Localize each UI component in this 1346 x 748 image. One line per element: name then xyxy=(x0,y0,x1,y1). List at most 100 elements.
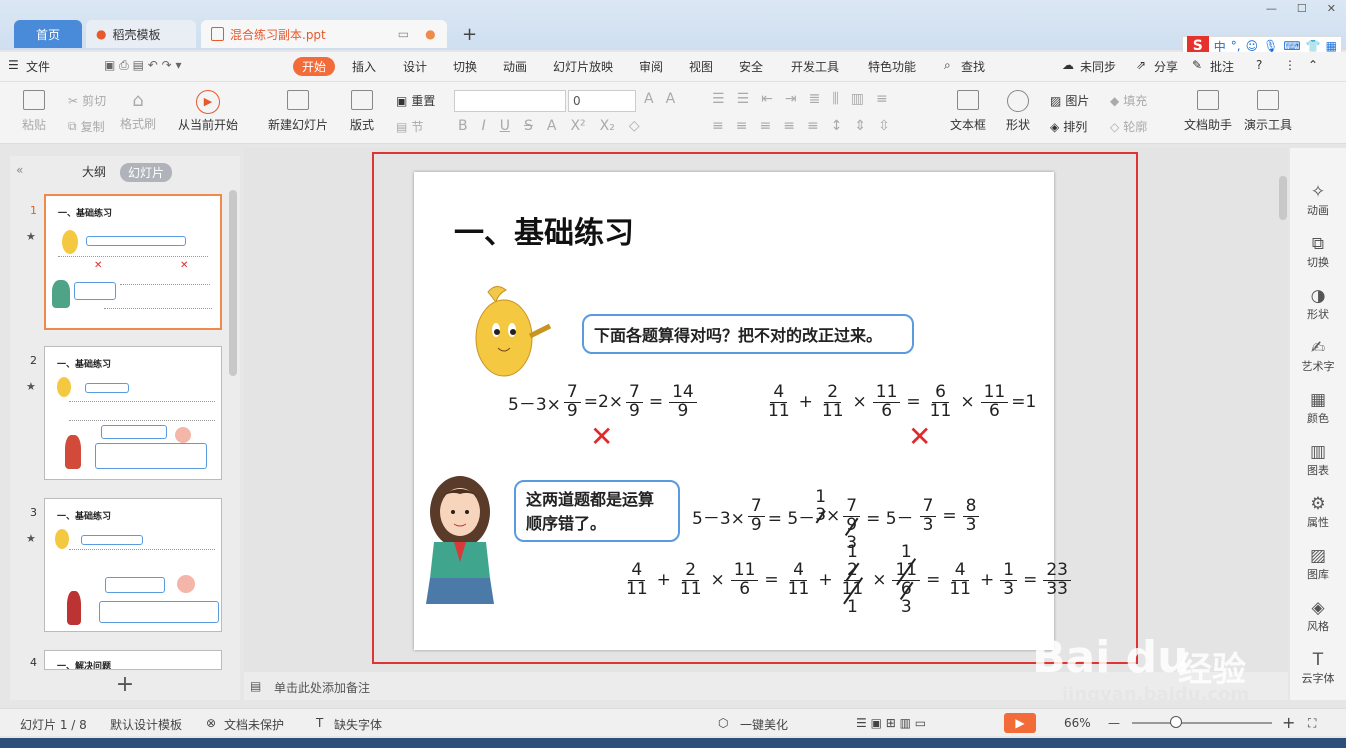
zoom-level[interactable]: 66% xyxy=(1064,716,1091,730)
share-button[interactable]: 分享 xyxy=(1154,58,1178,75)
menu-insert[interactable]: 插入 xyxy=(352,58,376,75)
format-painter-button[interactable]: ⌂ 格式刷 xyxy=(120,90,156,132)
menu-transition[interactable]: 切换 xyxy=(453,58,477,75)
zoom-in-button[interactable]: + xyxy=(1282,713,1295,732)
tool-animation[interactable]: ✧ 动画 xyxy=(1290,182,1346,218)
textbox-button[interactable]: 文本框 xyxy=(950,90,986,133)
from-current-button[interactable]: ▶ 从当前开始 xyxy=(178,90,238,133)
font-name-field[interactable] xyxy=(454,90,566,112)
paragraph-icons[interactable]: ☰ ☰ ⇤ ⇥ ≣ ⫼ ▥ ≡ xyxy=(712,91,888,107)
cloud-icon[interactable]: ☁ xyxy=(1062,58,1074,72)
view-icons[interactable]: ☰ ▣ ⊞ ▥ ▭ xyxy=(856,716,926,730)
skin-icon[interactable]: 👕 xyxy=(1306,39,1321,53)
more-icon[interactable]: ⋮ xyxy=(1284,58,1296,72)
presenter-tools-button[interactable]: 演示工具 xyxy=(1244,90,1292,133)
tab-document[interactable]: 混合练习副本.ppt ▭ ● xyxy=(201,20,447,48)
menu-developer[interactable]: 开发工具 xyxy=(791,58,839,75)
quick-access-icons[interactable]: ▣ ⎙ ▤ ↶ ↷ ▾ xyxy=(104,58,181,73)
tab-slides[interactable]: 幻灯片 xyxy=(120,163,173,182)
reset-label: 重置 xyxy=(411,94,436,108)
mic-icon[interactable]: 🎙 xyxy=(1263,39,1278,53)
font-style-icons[interactable]: B I U S A X² X₂ ◇ xyxy=(458,118,640,134)
font-size-field[interactable]: 0 xyxy=(568,90,636,112)
menu-search[interactable]: 查找 xyxy=(961,58,985,75)
align-icons[interactable]: ≡ ≡ ≡ ≡ ≡ ↕ ⇕ ⇳ xyxy=(712,118,890,134)
keyboard-icon[interactable]: ⌨ xyxy=(1283,39,1300,53)
outline-button[interactable]: ◇ 轮廓 xyxy=(1110,118,1147,135)
tab-home[interactable]: 首页 xyxy=(14,20,82,48)
paste-button[interactable]: 粘贴 xyxy=(22,90,46,133)
slide-thumbnail-2[interactable]: 一、基础练习 xyxy=(44,346,222,480)
shape-button[interactable]: 形状 xyxy=(1006,90,1030,133)
missing-font[interactable]: 缺失字体 xyxy=(334,716,382,733)
new-tab-button[interactable]: + xyxy=(462,24,477,45)
tool-chart[interactable]: ▥ 图表 xyxy=(1290,442,1346,478)
menu-special[interactable]: 特色功能 xyxy=(868,58,916,75)
tool-shape[interactable]: ◑ 形状 xyxy=(1290,286,1346,322)
reset-button[interactable]: ▣ 重置 xyxy=(396,92,435,109)
slide-thumbnail-4[interactable]: 一、解决问题 xyxy=(44,650,222,670)
menu-animation[interactable]: 动画 xyxy=(503,58,527,75)
tab-outline[interactable]: 大纲 xyxy=(82,163,106,180)
slide-panel: « 大纲 幻灯片 1 ★ 一、基础练习 ✕ ✕ 2 ★ 一、基础练习 3 ★ 一… xyxy=(10,156,240,700)
fit-window-icon[interactable]: ⛶ xyxy=(1308,716,1316,731)
menu-design[interactable]: 设计 xyxy=(403,58,427,75)
presenter-icon xyxy=(1257,90,1279,110)
zoom-out-button[interactable]: — xyxy=(1108,716,1120,730)
notes-placeholder: 单击此处添加备注 xyxy=(274,681,371,695)
tool-transition[interactable]: ⧉ 切换 xyxy=(1290,234,1346,270)
monitor-icon[interactable]: ▭ xyxy=(398,27,409,41)
beautify-button[interactable]: 一键美化 xyxy=(740,716,788,733)
panel-scrollbar[interactable] xyxy=(229,190,237,376)
new-slide-button[interactable]: 新建幻灯片 xyxy=(268,90,328,133)
collapse-panel-icon[interactable]: « xyxy=(16,163,23,177)
emoji-icon[interactable]: ☺ xyxy=(1246,39,1259,53)
help-icon[interactable]: ? xyxy=(1256,58,1262,72)
search-icon[interactable]: ⌕ xyxy=(944,58,951,73)
tools-icon[interactable]: ▦ xyxy=(1326,39,1337,53)
collapse-ribbon-icon[interactable]: ⌃ xyxy=(1308,58,1318,72)
zoom-slider[interactable] xyxy=(1132,722,1272,724)
tool-cloud-font[interactable]: T 云字体 xyxy=(1290,650,1346,686)
sync-status[interactable]: 未同步 xyxy=(1080,58,1116,75)
arrange-button[interactable]: ◈ 排列 xyxy=(1050,118,1087,135)
menu-file[interactable]: 文件 xyxy=(26,58,50,75)
menu-slideshow[interactable]: 幻灯片放映 xyxy=(553,58,613,75)
protect-status[interactable]: 文档未保护 xyxy=(224,716,284,733)
menu-review[interactable]: 审阅 xyxy=(639,58,663,75)
layout-button[interactable]: 版式 xyxy=(350,90,374,133)
tool-style[interactable]: ◈ 风格 xyxy=(1290,598,1346,634)
arrange-label: 排列 xyxy=(1063,120,1088,134)
copy-button[interactable]: ⧉ 复制 xyxy=(68,118,105,135)
menu-security[interactable]: 安全 xyxy=(739,58,763,75)
section-button[interactable]: ▤ 节 xyxy=(396,118,423,135)
punctuation-icon[interactable]: °, xyxy=(1231,39,1241,53)
tool-gallery[interactable]: ▨ 图库 xyxy=(1290,546,1346,582)
slide-thumbnail-1[interactable]: 一、基础练习 ✕ ✕ xyxy=(44,194,222,330)
add-slide-button[interactable]: + xyxy=(10,670,240,700)
minimize-icon[interactable]: — xyxy=(1266,2,1277,15)
canvas-scrollbar[interactable] xyxy=(1279,176,1287,220)
share-icon[interactable]: ⇗ xyxy=(1136,58,1146,72)
picture-button[interactable]: ▨ 图片 xyxy=(1050,92,1089,109)
slide-thumbnail-3[interactable]: 一、基础练习 xyxy=(44,498,222,632)
tool-properties[interactable]: ⚙ 属性 xyxy=(1290,494,1346,530)
hamburger-icon[interactable]: ☰ xyxy=(8,58,19,72)
cut-button[interactable]: ✂ 剪切 xyxy=(68,92,106,109)
font-grow-icons[interactable]: AA xyxy=(644,91,675,107)
design-template[interactable]: 默认设计模板 xyxy=(110,716,182,733)
menu-view[interactable]: 视图 xyxy=(689,58,713,75)
zoom-slider-handle[interactable] xyxy=(1170,716,1182,728)
tool-color[interactable]: ▦ 颜色 xyxy=(1290,390,1346,426)
menu-start[interactable]: 开始 xyxy=(293,57,336,76)
comment-icon[interactable]: ✎ xyxy=(1192,58,1202,72)
fill-button[interactable]: ◆ 填充 xyxy=(1110,92,1147,109)
play-slideshow-button[interactable]: ▶ xyxy=(1004,713,1036,733)
maximize-icon[interactable]: ☐ xyxy=(1297,2,1307,15)
tab-template[interactable]: ● 稻壳模板 xyxy=(86,20,196,48)
doc-helper-button[interactable]: 文档助手 xyxy=(1184,90,1232,133)
window-controls: — ☐ ✕ xyxy=(1266,2,1336,15)
close-icon[interactable]: ✕ xyxy=(1327,2,1336,15)
comment-button[interactable]: 批注 xyxy=(1210,58,1234,75)
tool-wordart[interactable]: ✍ 艺术字 xyxy=(1290,338,1346,374)
